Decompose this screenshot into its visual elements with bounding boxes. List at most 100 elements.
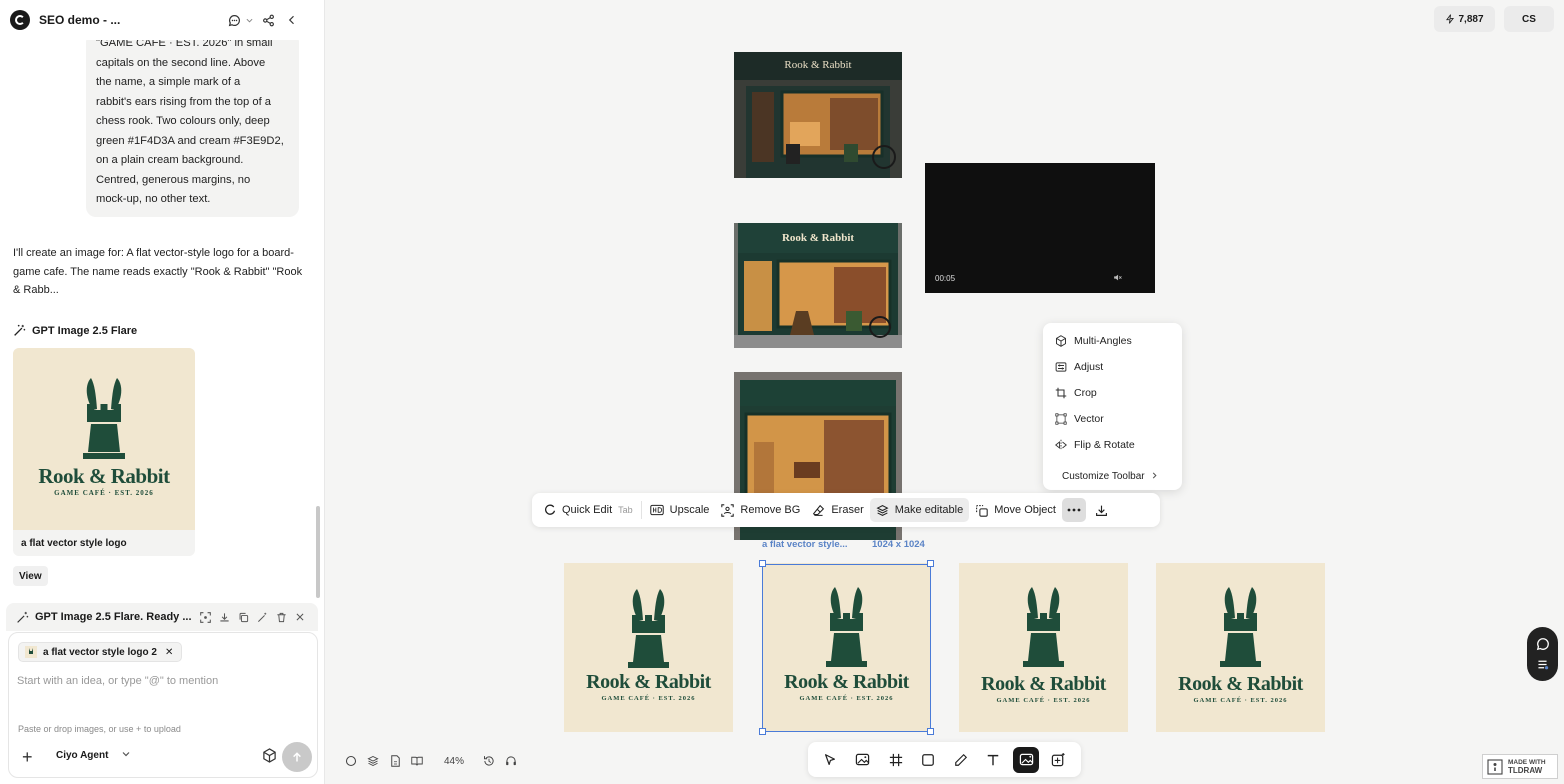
vector-icon: [1054, 412, 1068, 426]
storefront-image[interactable]: Rook & Rabbit: [734, 223, 902, 348]
menu-item-multi-angles[interactable]: Multi-Angles: [1043, 328, 1182, 354]
add-attachment-button[interactable]: +: [22, 747, 33, 767]
generated-image-card[interactable]: Rook & Rabbit GAME CAFÉ · EST. 2026 a fl…: [13, 348, 195, 556]
frame-tool-icon[interactable]: [883, 747, 909, 773]
user-message-line: Centred, generous margins, no: [96, 173, 251, 186]
make-editable-button[interactable]: Make editable: [869, 498, 970, 522]
assistant-message: I'll create an image for: A flat vector-…: [13, 247, 303, 296]
move-object-button[interactable]: Move Object: [969, 498, 1062, 522]
circle-icon[interactable]: [340, 752, 362, 770]
app-logo-icon[interactable]: [10, 10, 30, 30]
menu-item-flip-rotate[interactable]: Flip & Rotate: [1043, 432, 1182, 458]
resize-handle[interactable]: [759, 560, 766, 567]
logo-tagline-text: GAME CAFÉ · EST. 2026: [996, 697, 1091, 704]
attachment-chip-label: a flat vector style logo 2: [43, 646, 157, 658]
resize-handle[interactable]: [759, 728, 766, 735]
video-player[interactable]: 00:05: [925, 163, 1155, 293]
eraser-button[interactable]: Eraser: [806, 498, 869, 522]
chat-input[interactable]: [17, 675, 307, 687]
crop-icon: [1054, 386, 1068, 400]
rectangle-tool-icon[interactable]: [915, 747, 941, 773]
chat-history-icon[interactable]: [224, 10, 244, 30]
eraser-label: Eraser: [831, 504, 864, 516]
eraser-icon: [813, 504, 825, 516]
user-message-line: on a plain cream background.: [96, 154, 244, 166]
logo-variation-image[interactable]: Rook & Rabbit GAME CAFÉ · EST. 2026: [959, 563, 1128, 732]
floating-chat-button[interactable]: [1527, 627, 1558, 681]
move-object-label: Move Object: [994, 504, 1056, 516]
history-icon[interactable]: [478, 752, 500, 770]
remove-bg-icon: [721, 503, 735, 517]
image-tool-icon[interactable]: [850, 747, 876, 773]
sidebar-header: SEO demo - ...: [0, 0, 312, 40]
project-title[interactable]: SEO demo - ...: [39, 13, 220, 27]
download-image-button[interactable]: [1090, 498, 1114, 522]
agent-selector[interactable]: Ciyo Agent: [56, 750, 130, 761]
zoom-level[interactable]: 44%: [444, 756, 464, 767]
download-icon[interactable]: [216, 609, 232, 625]
resize-handle[interactable]: [927, 728, 934, 735]
logo-name-text: Rook & Rabbit: [981, 673, 1106, 695]
remove-bg-button[interactable]: Remove BG: [715, 498, 806, 522]
make-editable-label: Make editable: [894, 504, 964, 516]
tldraw-watermark[interactable]: MADE WITH TLDRAW: [1482, 754, 1558, 779]
user-message-line: capitals on the second line. Above: [96, 56, 266, 69]
logo-variation-image[interactable]: Rook & Rabbit GAME CAFÉ · EST. 2026: [1156, 563, 1325, 732]
focus-icon[interactable]: [197, 609, 213, 625]
upscale-button[interactable]: Upscale: [644, 498, 716, 522]
ai-image-tool-icon[interactable]: [1013, 746, 1040, 773]
trash-icon[interactable]: [273, 609, 289, 625]
storefront-image[interactable]: Rook & Rabbit: [734, 52, 902, 178]
user-message-line: mock-up, no other text.: [96, 193, 211, 205]
logo-name-text: Rook & Rabbit: [586, 671, 711, 693]
page-icon[interactable]: [384, 752, 406, 770]
menu-item-crop[interactable]: Crop: [1043, 380, 1182, 406]
cube-icon: [1054, 334, 1068, 348]
upscale-label: Upscale: [669, 504, 710, 516]
move-object-icon: [976, 504, 988, 517]
close-icon[interactable]: [292, 609, 308, 625]
magic-edit-icon[interactable]: [254, 609, 270, 625]
chevron-down-icon[interactable]: [244, 10, 254, 30]
generation-status-bar: GPT Image 2.5 Flare. Ready ...: [6, 603, 318, 631]
copy-icon[interactable]: [235, 609, 251, 625]
chat-composer: a flat vector style logo 2 ✕ Paste or dr…: [8, 632, 318, 778]
resize-handle[interactable]: [927, 560, 934, 567]
user-initials: CS: [1522, 13, 1536, 25]
sidebar-scrollbar-thumb[interactable]: [316, 506, 320, 598]
model-cube-icon[interactable]: [262, 748, 277, 766]
user-message-line: chess rook. Two colours only, deep: [96, 115, 270, 127]
image-toolbar: Quick Edit Tab Upscale Remove BG Eraser …: [532, 493, 1160, 527]
quick-edit-button[interactable]: Quick Edit Tab: [538, 498, 639, 522]
attachment-chip[interactable]: a flat vector style logo 2 ✕: [18, 642, 183, 662]
arrow-up-icon: [293, 752, 301, 762]
text-tool-icon[interactable]: [980, 747, 1006, 773]
remove-attachment-icon[interactable]: ✕: [165, 647, 173, 658]
more-tools-button[interactable]: [1061, 498, 1086, 522]
select-tool-icon[interactable]: [817, 747, 843, 773]
collapse-sidebar-icon[interactable]: [282, 10, 302, 30]
share-icon[interactable]: [258, 10, 278, 30]
logo-tagline-text: GAME CAFÉ · EST. 2026: [54, 489, 154, 497]
mute-icon[interactable]: [1113, 273, 1122, 284]
storefront-sign: Rook & Rabbit: [781, 232, 855, 244]
view-button[interactable]: View: [13, 566, 48, 586]
canvas-toolbar: [808, 742, 1081, 777]
layers-icon[interactable]: [362, 752, 384, 770]
book-icon[interactable]: [406, 752, 428, 770]
user-avatar[interactable]: CS: [1504, 6, 1554, 32]
menu-item-vector[interactable]: Vector: [1043, 406, 1182, 432]
send-button[interactable]: [282, 742, 312, 772]
storefront-sign: Rook & Rabbit: [784, 59, 852, 71]
menu-item-adjust[interactable]: Adjust: [1043, 354, 1182, 380]
lightning-icon: [1446, 14, 1455, 24]
ai-generate-tool-icon[interactable]: [1046, 747, 1072, 773]
generated-logo-image[interactable]: Rook & Rabbit GAME CAFÉ · EST. 2026: [13, 348, 195, 530]
canvas-controls: 44%: [340, 752, 522, 770]
sparkle-icon: [17, 611, 29, 623]
pencil-tool-icon[interactable]: [948, 747, 974, 773]
headset-icon[interactable]: [500, 752, 522, 770]
credits-badge[interactable]: 7,887: [1434, 6, 1495, 32]
logo-variation-image[interactable]: Rook & Rabbit GAME CAFÉ · EST. 2026: [564, 563, 733, 732]
customize-toolbar-item[interactable]: Customize Toolbar: [1043, 463, 1182, 489]
